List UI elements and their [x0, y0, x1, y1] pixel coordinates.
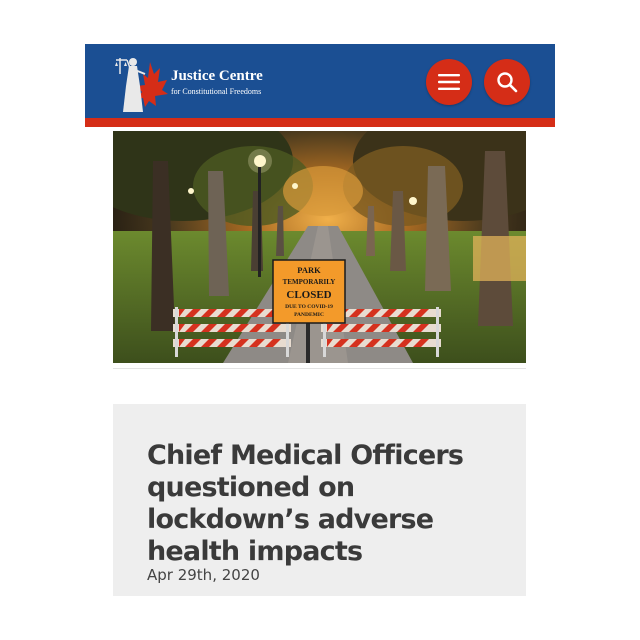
- menu-button[interactable]: [426, 59, 472, 105]
- hero-image[interactable]: PARK TEMPORARILY CLOSED DUE TO COVID-19 …: [113, 131, 526, 363]
- hamburger-menu-icon: [438, 74, 460, 90]
- hero-divider: [113, 368, 526, 369]
- sign-line-2: TEMPORARILY: [283, 278, 336, 286]
- article-headline[interactable]: Chief Medical Officers questioned on loc…: [147, 440, 517, 568]
- sign-line-3: CLOSED: [286, 289, 331, 301]
- sign-line-5: PANDEMIC: [294, 312, 324, 318]
- article-card[interactable]: Chief Medical Officers questioned on loc…: [113, 404, 526, 596]
- search-icon: [497, 72, 518, 93]
- site-header: Justice Centre for Constitutional Freedo…: [85, 44, 555, 127]
- sign-line-1: PARK: [297, 265, 321, 275]
- sign-line-4: DUE TO COVID-19: [285, 304, 333, 310]
- article-date: Apr 29th, 2020: [147, 566, 260, 584]
- brand-title[interactable]: Justice Centre: [171, 68, 263, 85]
- header-accent-stripe: [85, 118, 555, 127]
- brand-subtitle: for Constitutional Freedoms: [171, 87, 262, 96]
- park-closed-sign: PARK TEMPORARILY CLOSED DUE TO COVID-19 …: [272, 259, 346, 324]
- search-button[interactable]: [484, 59, 530, 105]
- lady-justice-logo[interactable]: [115, 52, 170, 117]
